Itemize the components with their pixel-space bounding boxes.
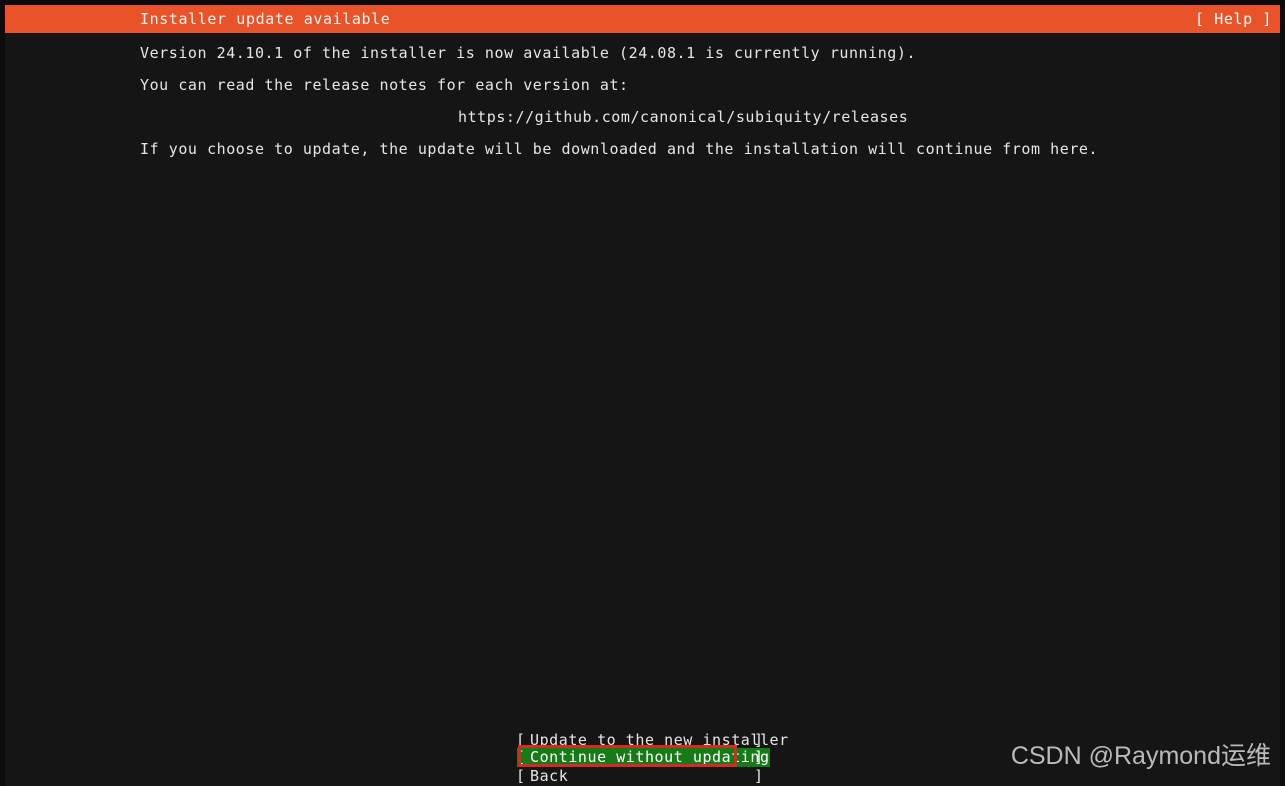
page-title: Installer update available (140, 10, 391, 28)
button-label: Back (530, 767, 569, 785)
release-notes-line: You can read the release notes for each … (140, 76, 629, 94)
title-bar: Installer update available [ Help ] (5, 5, 1280, 33)
help-button[interactable]: [ Help ] (1195, 10, 1272, 28)
installer-screen: Installer update available [ Help ] Vers… (0, 0, 1285, 786)
console-frame-left (0, 0, 5, 786)
button-label: Update to the new installer (530, 731, 789, 749)
bracket-left-icon: [ (516, 748, 526, 766)
console-frame-right (1280, 0, 1285, 786)
bracket-left-icon: [ (516, 731, 526, 749)
update-description-line: If you choose to update, the update will… (140, 140, 1099, 158)
release-notes-url: https://github.com/canonical/subiquity/r… (458, 108, 909, 126)
watermark: CSDN @Raymond运维 (1010, 742, 1271, 770)
back-button[interactable]: [ Back ] (516, 768, 766, 785)
continue-without-updating-button[interactable]: [ Continue without updating ] (516, 748, 770, 767)
bracket-left-icon: [ (516, 767, 526, 785)
button-label: Continue without updating (530, 748, 770, 767)
bracket-right-icon: ] (754, 748, 764, 766)
version-info-line: Version 24.10.1 of the installer is now … (140, 44, 917, 62)
console-frame-top (0, 0, 1285, 5)
bracket-right-icon: ] (754, 767, 764, 785)
update-to-new-installer-button[interactable]: [ Update to the new installer ] (516, 731, 788, 749)
bracket-right-icon: ] (754, 731, 764, 749)
